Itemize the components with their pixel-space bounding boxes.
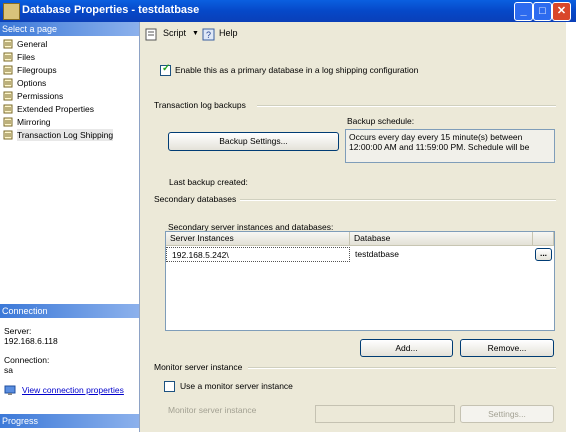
page-icon bbox=[3, 52, 13, 62]
page-item-general[interactable]: General bbox=[3, 38, 137, 50]
toolbar: Script ▼ ? Help bbox=[140, 22, 566, 48]
help-icon: ? bbox=[202, 28, 215, 41]
checkmark-icon: ✓ bbox=[162, 63, 171, 74]
script-icon bbox=[145, 28, 157, 41]
maximize-icon: □ bbox=[539, 5, 546, 17]
database-icon bbox=[3, 3, 20, 20]
title-bar: Database Properties - testdatbase _ □ ✕ bbox=[0, 0, 576, 22]
window-edge bbox=[566, 22, 576, 432]
svg-text:?: ? bbox=[206, 30, 211, 40]
table-row-server-cell[interactable]: 192.168.5.242\ bbox=[166, 247, 350, 262]
monitor-section-title: Monitor server instance bbox=[154, 362, 243, 372]
page-item-label: Permissions bbox=[17, 91, 64, 101]
page-item-files[interactable]: Files bbox=[3, 51, 137, 63]
enable-primary-checkbox[interactable]: ✓ bbox=[160, 63, 171, 76]
page-icon bbox=[3, 104, 13, 114]
monitor-settings-button[interactable]: Settings... bbox=[460, 405, 554, 423]
minimize-icon: _ bbox=[520, 5, 527, 17]
column-header-database[interactable]: Database bbox=[350, 232, 533, 246]
page-item-label: Transaction Log Shipping bbox=[17, 129, 114, 141]
schedule-line-2: 12:00:00 AM and 11:59:00 PM. Schedule wi… bbox=[349, 142, 530, 152]
page-icon bbox=[3, 65, 13, 75]
connection-value: sa bbox=[4, 365, 13, 375]
backup-schedule-label: Backup schedule: bbox=[347, 116, 415, 126]
column-header-empty bbox=[533, 232, 554, 246]
use-monitor-checkbox[interactable] bbox=[164, 381, 175, 392]
page-item-filegroups[interactable]: Filegroups bbox=[3, 64, 137, 76]
page-icon bbox=[3, 78, 13, 88]
section-divider bbox=[257, 105, 556, 107]
page-icon bbox=[3, 117, 13, 127]
enable-primary-label: Enable this as a primary database in a l… bbox=[175, 65, 419, 75]
connection-properties-icon bbox=[4, 385, 16, 395]
page-icon bbox=[3, 39, 13, 49]
page-item-label: Filegroups bbox=[17, 65, 57, 75]
page-item-label: Options bbox=[17, 78, 47, 88]
backup-schedule-box: Occurs every day every 15 minute(s) betw… bbox=[345, 129, 555, 163]
use-monitor-label: Use a monitor server instance bbox=[180, 381, 293, 391]
table-row-database-cell[interactable]: testdatbase bbox=[350, 247, 533, 262]
select-page-header: Select a page bbox=[0, 22, 139, 36]
page-item-mirroring[interactable]: Mirroring bbox=[3, 116, 137, 128]
secondary-section-title: Secondary databases bbox=[154, 194, 237, 204]
page-item-extended-properties[interactable]: Extended Properties bbox=[3, 103, 137, 115]
remove-button[interactable]: Remove... bbox=[460, 339, 554, 357]
section-divider bbox=[240, 199, 556, 201]
maximize-button[interactable]: □ bbox=[533, 2, 552, 21]
left-pane: Select a page General Files Filegroups O… bbox=[0, 22, 140, 432]
server-value: 192.168.6.118 bbox=[4, 336, 58, 346]
close-icon: ✕ bbox=[556, 5, 567, 17]
transaction-log-section-title: Transaction log backups bbox=[154, 100, 246, 110]
add-button[interactable]: Add... bbox=[360, 339, 453, 357]
last-backup-label: Last backup created: bbox=[169, 177, 248, 187]
column-header-server[interactable]: Server Instances bbox=[166, 232, 350, 246]
view-connection-properties-link[interactable]: View connection properties bbox=[22, 385, 124, 395]
page-item-label: Files bbox=[17, 52, 35, 62]
secondary-grid[interactable]: Server Instances Database 192.168.5.242\… bbox=[165, 231, 555, 331]
page-item-label: Mirroring bbox=[17, 117, 51, 127]
help-button[interactable]: Help bbox=[219, 28, 238, 38]
page-icon bbox=[3, 130, 13, 140]
backup-settings-button[interactable]: Backup Settings... bbox=[168, 132, 339, 151]
page-item-label: General bbox=[17, 39, 48, 49]
page-item-options[interactable]: Options bbox=[3, 77, 137, 89]
schedule-line-1: Occurs every day every 15 minute(s) betw… bbox=[349, 132, 523, 142]
server-label: Server: bbox=[4, 326, 32, 336]
connection-label: Connection: bbox=[4, 355, 50, 365]
monitor-instance-input[interactable] bbox=[315, 405, 455, 423]
progress-header: Progress bbox=[0, 414, 139, 428]
page-item-permissions[interactable]: Permissions bbox=[3, 90, 137, 102]
browse-button[interactable]: ... bbox=[535, 248, 552, 261]
script-button[interactable]: Script bbox=[163, 28, 186, 38]
minimize-button[interactable]: _ bbox=[514, 2, 533, 21]
window-title: Database Properties - testdatbase bbox=[22, 4, 200, 16]
connection-header: Connection bbox=[0, 304, 139, 318]
chevron-down-icon[interactable]: ▼ bbox=[192, 30, 199, 37]
section-divider bbox=[248, 367, 556, 369]
monitor-instance-label: Monitor server instance bbox=[168, 405, 257, 415]
page-item-label: Extended Properties bbox=[17, 104, 95, 114]
page-item-transaction-log-shipping[interactable]: Transaction Log Shipping bbox=[3, 129, 137, 141]
close-button[interactable]: ✕ bbox=[552, 2, 571, 21]
page-icon bbox=[3, 91, 13, 101]
